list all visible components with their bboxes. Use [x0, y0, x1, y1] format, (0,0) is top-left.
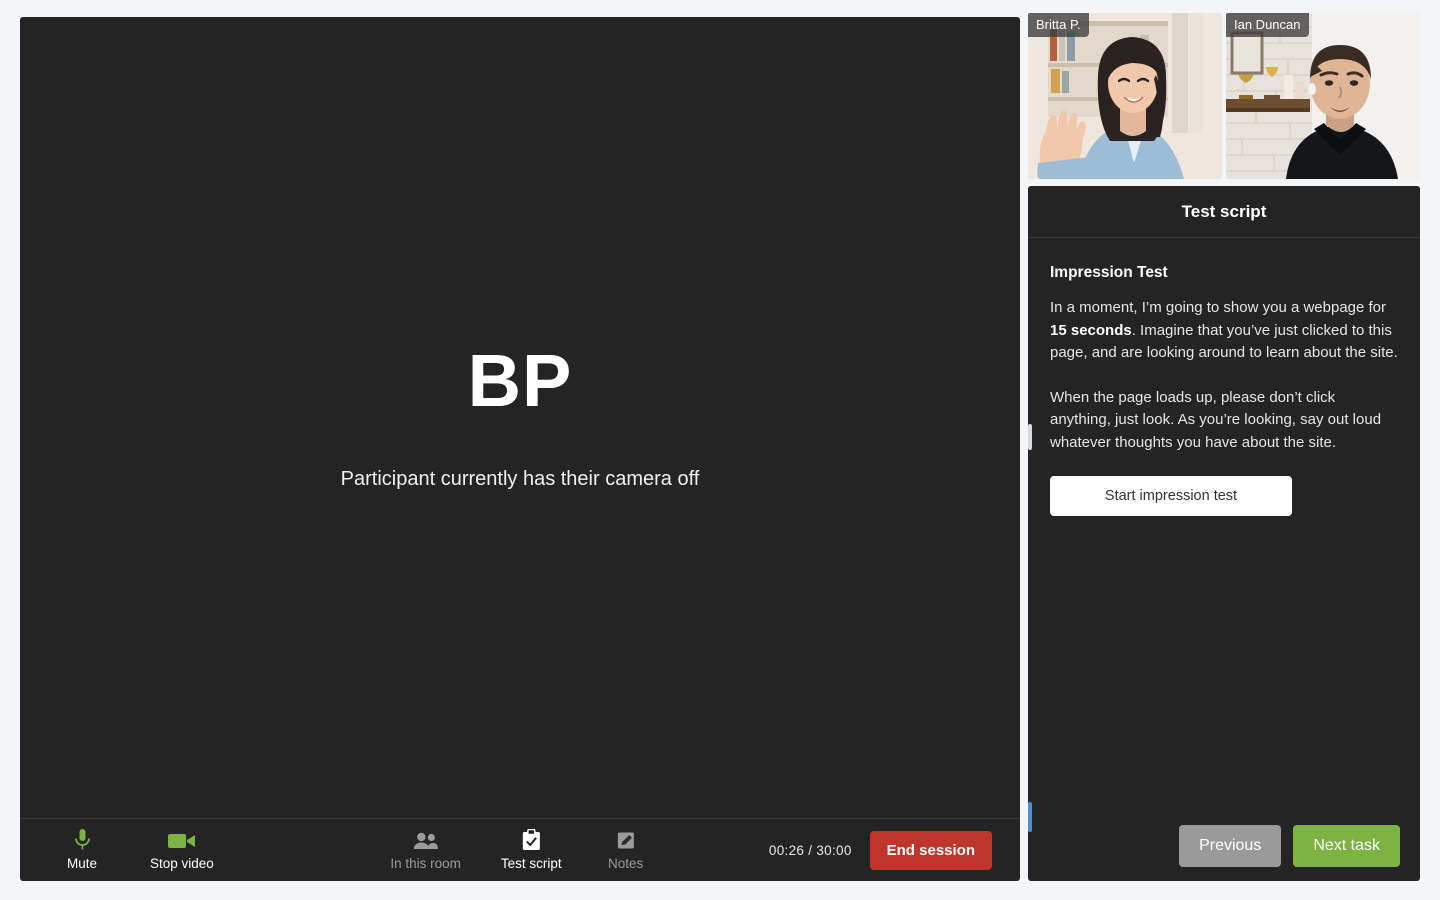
- next-task-button[interactable]: Next task: [1293, 825, 1400, 867]
- participant-initials: BP: [467, 338, 573, 422]
- test-script-footer: Previous Next task: [1028, 811, 1420, 881]
- camera-off-message: Participant currently has their camera o…: [340, 467, 700, 490]
- pencil-icon: [615, 829, 636, 851]
- participant-video-feed: [1226, 13, 1420, 179]
- scroll-handle[interactable]: [1028, 802, 1032, 832]
- participant-tile[interactable]: Ian Duncan: [1226, 13, 1420, 179]
- toolbar-left-group: Mute Stop video: [20, 829, 214, 871]
- in-this-room-button[interactable]: In this room: [390, 829, 461, 871]
- task-paragraph-2: When the page loads up, please don’t cli…: [1050, 388, 1382, 451]
- session-toolbar: Mute Stop video In this room Test script…: [20, 818, 1020, 881]
- panel-title: Test script: [1181, 201, 1267, 221]
- microphone-icon: [74, 829, 91, 851]
- paragraph-1-emphasis: 15 seconds: [1050, 321, 1132, 339]
- participant-tile[interactable]: Britta P.: [1028, 13, 1222, 179]
- toolbar-right-group: 00:26 / 30:00 End session: [768, 830, 992, 870]
- participant-name-label: Ian Duncan: [1226, 13, 1309, 37]
- clipboard-check-icon: [521, 829, 541, 851]
- participant-thumbnails: Britta P. Ian Duncan: [1028, 13, 1420, 179]
- stop-video-button[interactable]: Stop video: [150, 829, 214, 871]
- main-video-stage: BP Participant currently has their camer…: [20, 17, 1020, 881]
- previous-task-button[interactable]: Previous: [1179, 825, 1282, 867]
- people-icon: [412, 829, 440, 851]
- stop-video-label: Stop video: [150, 856, 214, 871]
- session-timer: 00:26 / 30:00: [768, 842, 852, 858]
- meeting-session-page: BP Participant currently has their camer…: [0, 0, 1440, 900]
- camera-off-placeholder: BP Participant currently has their camer…: [20, 17, 1020, 817]
- thumbnail-row: Britta P. Ian Duncan: [1028, 13, 1420, 179]
- test-script-panel: Test script Impression Test In a moment,…: [1028, 186, 1420, 881]
- in-this-room-label: In this room: [390, 856, 461, 871]
- notes-button[interactable]: Notes: [602, 829, 650, 871]
- notes-label: Notes: [608, 856, 644, 871]
- paragraph-1-part-a: In a moment, I’m going to show you a web…: [1050, 299, 1387, 316]
- test-script-button[interactable]: Test script: [501, 829, 562, 871]
- toolbar-center-group: In this room Test script Notes: [390, 829, 649, 871]
- mute-label: Mute: [66, 856, 97, 871]
- participant-video-feed: [1028, 13, 1222, 179]
- participant-name-label: Britta P.: [1028, 13, 1089, 37]
- video-camera-icon: [167, 829, 196, 851]
- test-script-label: Test script: [500, 856, 562, 871]
- resize-handle[interactable]: [1028, 424, 1032, 450]
- mute-button[interactable]: Mute: [58, 829, 106, 871]
- end-session-button[interactable]: End session: [869, 830, 992, 870]
- test-script-content: Impression Test In a moment, I’m going t…: [1028, 238, 1420, 811]
- test-script-panel-header: Test script: [1028, 186, 1420, 238]
- task-title: Impression Test: [1050, 264, 1168, 281]
- start-impression-test-button[interactable]: Start impression test: [1050, 476, 1292, 516]
- task-paragraph-1: In a moment, I’m going to show you a web…: [1050, 297, 1398, 365]
